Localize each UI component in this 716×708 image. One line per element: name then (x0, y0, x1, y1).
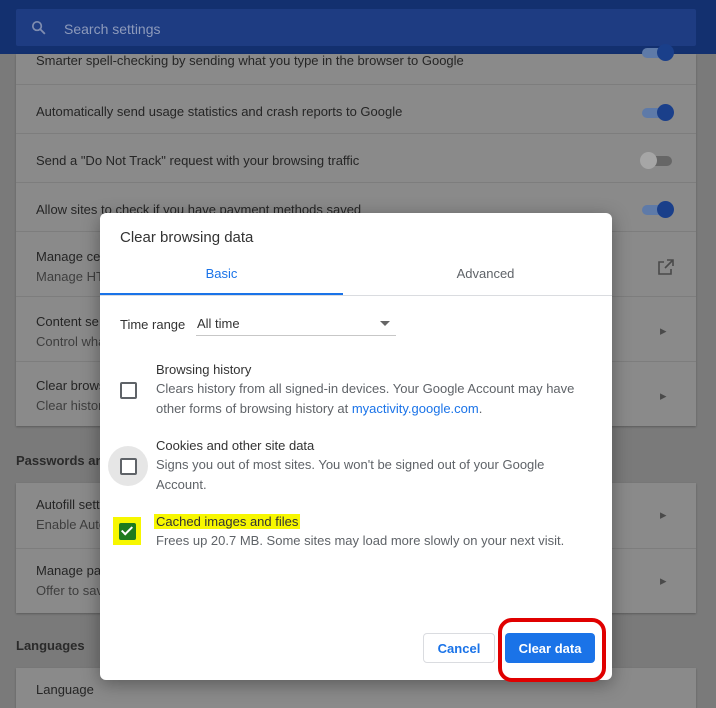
settings-row[interactable]: Automatically send usage statistics and … (16, 84, 696, 134)
toggle-switch[interactable] (642, 104, 676, 121)
description-suffix: . (478, 401, 483, 416)
row-title: Automatically send usage statistics and … (36, 104, 403, 119)
row-subtitle: Manage HT (36, 269, 104, 284)
option-description: Signs you out of most sites. You won't b… (156, 457, 545, 492)
chevron-right-icon: ▸ (660, 573, 667, 588)
tab-basic[interactable]: Basic (100, 266, 343, 296)
row-title: Autofill sett (36, 497, 100, 512)
row-subtitle: Offer to sav (36, 583, 103, 598)
row-subtitle: Control wha (36, 334, 106, 349)
annotation-circle (498, 618, 606, 682)
dropdown-arrow-icon (380, 321, 390, 326)
cookies-checkbox[interactable] (120, 458, 137, 475)
time-range-select[interactable]: All time (196, 312, 396, 336)
toggle-switch[interactable] (640, 152, 676, 169)
tabs-divider (100, 295, 612, 296)
cached-images-checkbox[interactable] (119, 523, 136, 540)
clear-browsing-data-dialog: Clear browsing data Basic Advanced Time … (100, 213, 612, 680)
option-title: Cookies and other site data (156, 438, 315, 453)
cached-images-checkbox-wrap[interactable] (100, 511, 141, 551)
open-in-new-icon[interactable] (658, 259, 674, 275)
cancel-button[interactable]: Cancel (423, 633, 495, 663)
row-subtitle: Enable Auto (36, 517, 107, 532)
search-icon (31, 20, 46, 35)
option-title: Browsing history (156, 362, 252, 377)
toggle-switch[interactable] (642, 201, 676, 218)
chevron-right-icon: ▸ (660, 323, 667, 338)
settings-header (0, 0, 716, 54)
browsing-history-checkbox[interactable] (120, 382, 137, 399)
row-title: Content se (36, 314, 99, 329)
chevron-right-icon: ▸ (660, 388, 667, 403)
settings-row[interactable]: Send a "Do Not Track" request with your … (16, 133, 696, 183)
chevron-right-icon: ▸ (660, 507, 667, 522)
row-title: Clear brows (36, 378, 106, 393)
browsing-history-checkbox-wrap[interactable] (108, 370, 148, 410)
row-title: Manage pa (36, 563, 102, 578)
tab-advanced[interactable]: Advanced (359, 266, 612, 296)
time-range-value: All time (197, 316, 240, 331)
settings-row[interactable]: Smarter spell-checking by sending what y… (16, 44, 696, 84)
tab-active-indicator (100, 293, 343, 295)
time-range-label: Time range (120, 317, 186, 332)
myactivity-link[interactable]: myactivity.google.com (352, 401, 479, 416)
option-title: Cached images and files (154, 514, 301, 529)
dialog-title: Clear browsing data (120, 229, 254, 246)
search-input[interactable] (62, 9, 686, 48)
option-description: Clears history from all signed-in device… (156, 379, 576, 419)
cookies-checkbox-wrap[interactable] (108, 446, 148, 486)
option-description: Frees up 20.7 MB. Some sites may load mo… (156, 533, 565, 548)
row-title: Send a "Do Not Track" request with your … (36, 153, 360, 168)
section-title-languages: Languages (16, 638, 85, 653)
section-title-passwords: Passwords and (16, 453, 112, 468)
row-title: Smarter spell-checking by sending what y… (36, 53, 464, 68)
row-title: Language (36, 682, 94, 697)
row-subtitle: Clear histor (36, 398, 103, 413)
row-title: Manage ce (36, 249, 101, 264)
toggle-switch[interactable] (642, 44, 676, 61)
search-box[interactable] (16, 9, 696, 48)
